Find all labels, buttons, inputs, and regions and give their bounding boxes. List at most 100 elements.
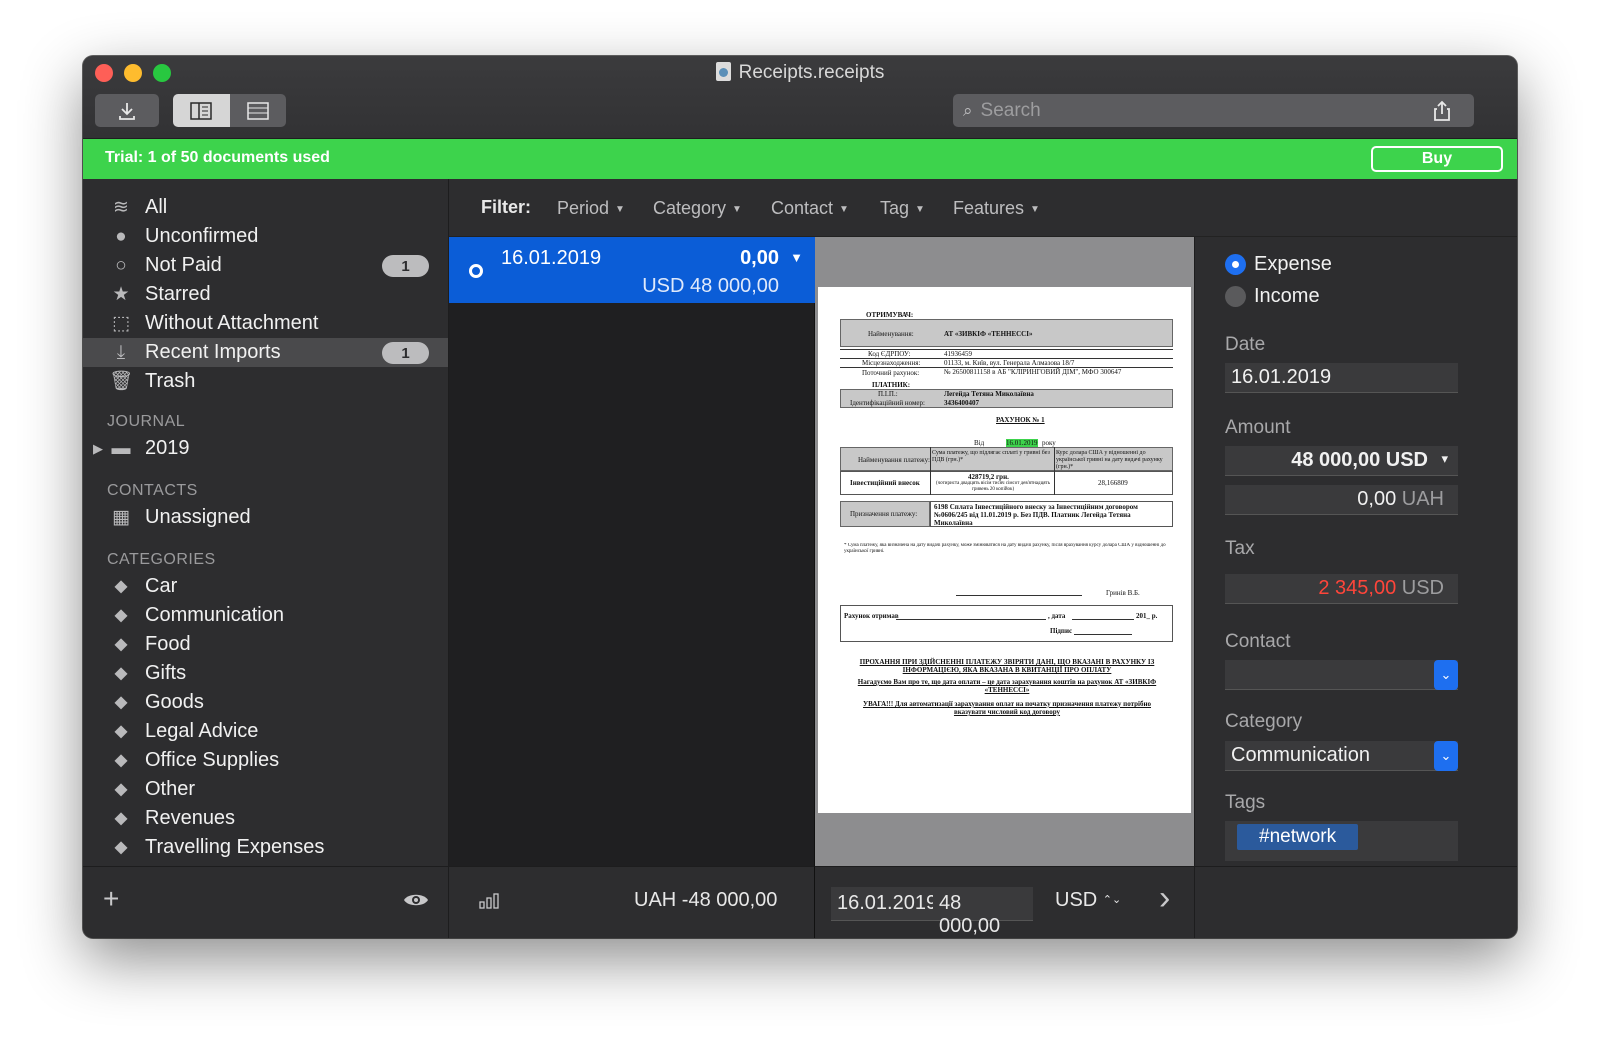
tags-field[interactable]: #network	[1225, 821, 1458, 861]
doc-location-value: 01133, м. Київ, вул. Генерала Алмазова 1…	[944, 359, 1075, 367]
filter-period-label: Period	[557, 198, 610, 218]
doc-id-label: Ідентифікаційний номер:	[850, 399, 925, 407]
star-icon: ★	[112, 284, 130, 305]
import-button[interactable]	[95, 94, 159, 127]
sidebar-item-starred[interactable]: ★ Starred	[83, 280, 448, 309]
amount-field[interactable]: 48 000,00 USD ▾	[1225, 446, 1458, 476]
doc-account-label: Поточний рахунок:	[862, 369, 920, 377]
search-icon: ⌕	[963, 100, 973, 120]
filter-features[interactable]: Features ▼	[953, 198, 1040, 219]
sidebar-item-label: Car	[145, 575, 178, 597]
tag-icon: ⬥	[114, 663, 128, 684]
preview-currency-select[interactable]: USD ⌃⌄	[1055, 889, 1121, 912]
tags-label: Tags	[1225, 792, 1266, 813]
currency-dropdown-icon[interactable]: ▾	[1441, 451, 1448, 467]
tag-icon: ⬥	[114, 605, 128, 626]
amount-label: Amount	[1225, 417, 1291, 438]
sidebar-item-unconfirmed[interactable]: ● Unconfirmed	[83, 222, 448, 251]
sidebar-category-office-supplies[interactable]: ⬥ Office Supplies	[83, 746, 448, 775]
sidebar-item-without-attachment[interactable]: ⬚ Without Attachment	[83, 309, 448, 338]
chevron-down-icon: ▼	[615, 204, 625, 215]
sidebar-category-revenues[interactable]: ⬥ Revenues	[83, 804, 448, 833]
sidebar-item-not-paid[interactable]: ○ Not Paid 1	[83, 251, 448, 280]
doc-col3: Курс долара США у відношенні до українсь…	[1056, 450, 1163, 470]
doc-recipient-heading: ОТРИМУВАЧ:	[866, 311, 914, 319]
sidebar-category-other[interactable]: ⬥ Other	[83, 775, 448, 804]
tag-icon: ⬥	[114, 779, 128, 800]
filter-period[interactable]: Period ▼	[557, 198, 625, 219]
sidebar-category-car[interactable]: ⬥ Car	[83, 572, 448, 601]
preview-currency-label: USD	[1055, 889, 1098, 911]
sidebar-item-recent-imports[interactable]: ⤓ Recent Imports 1	[83, 338, 448, 367]
doc-footnote: * Сума платежу, яка визначена на дату ви…	[844, 543, 1166, 554]
doc-warning-2: Нагадуємо Вам про те, що дата оплати – ц…	[857, 678, 1157, 694]
doc-edrpou-value: 41936459	[944, 350, 972, 358]
hollow-circle-icon: ○	[115, 255, 127, 276]
sidebar-category-goods[interactable]: ⬥ Goods	[83, 688, 448, 717]
disclosure-triangle-icon[interactable]: ▶	[93, 434, 103, 463]
stepper-icon: ⌃⌄	[1102, 894, 1122, 906]
next-page-icon[interactable]: ›	[1159, 879, 1170, 918]
filter-category[interactable]: Category ▼	[653, 198, 742, 219]
list-item[interactable]: 16.01.2019 0,00 ▼ USD 48 000,00	[449, 237, 815, 303]
chevron-down-icon[interactable]: ▼	[790, 250, 803, 265]
invoice-page[interactable]: ОТРИМУВАЧ: Найменування: АТ «ЗИВКІФ «ТЕН…	[818, 287, 1191, 813]
expense-radio[interactable]: Expense	[1225, 253, 1332, 276]
search-field[interactable]: ⌕ Search	[953, 94, 1424, 127]
sidebar-item-label: 2019	[145, 437, 190, 459]
sidebar-item-trash[interactable]: 🗑 Trash	[83, 367, 448, 396]
share-button[interactable]	[1410, 94, 1474, 127]
add-icon[interactable]: +	[103, 883, 119, 915]
amount-uah-value: 0,00	[1357, 488, 1397, 510]
preview-amount-field[interactable]: 48 000,00	[933, 887, 1033, 937]
tag-chip[interactable]: #network	[1237, 824, 1359, 850]
list-total: UAH -48 000,00	[634, 889, 778, 911]
doc-row-rate: 28,166809	[1098, 479, 1128, 487]
tag-icon: ⬥	[114, 721, 128, 742]
category-combobox[interactable]: Communication ⌄	[1225, 741, 1458, 771]
split-view-button[interactable]	[173, 94, 230, 127]
filter-label: Filter:	[481, 197, 532, 217]
list-view-button[interactable]	[229, 94, 286, 127]
category-label: Category	[1225, 711, 1303, 732]
income-radio[interactable]: Income	[1225, 285, 1320, 308]
chevron-down-icon[interactable]: ⌄	[1434, 741, 1458, 771]
trash-icon: 🗑	[109, 371, 134, 392]
statistics-icon[interactable]	[479, 893, 501, 909]
sidebar-footer: +	[83, 866, 449, 938]
sidebar-category-gifts[interactable]: ⬥ Gifts	[83, 659, 448, 688]
doc-purpose-value: 6198 Сплата Інвестиційного внеску за Інв…	[934, 503, 1138, 527]
sidebar-category-travelling-expenses[interactable]: ⬥ Travelling Expenses	[83, 833, 448, 862]
sidebar-item-unassigned[interactable]: ▦ Unassigned	[83, 503, 448, 532]
document-preview: ОТРИМУВАЧ: Найменування: АТ «ЗИВКІФ «ТЕН…	[815, 237, 1195, 866]
preview-date-field[interactable]: 16.01.2019	[831, 887, 937, 921]
radio-selected-icon	[1225, 254, 1246, 275]
eye-icon[interactable]	[403, 891, 429, 909]
filter-contact[interactable]: Contact ▼	[771, 198, 849, 219]
sidebar-category-food[interactable]: ⬥ Food	[83, 630, 448, 659]
doc-purpose-label: Призначення платежу:	[850, 510, 918, 518]
sidebar-item-label: Not Paid	[145, 254, 222, 276]
filter-tag-label: Tag	[880, 198, 910, 218]
filter-bar: Filter: Period ▼ Category ▼ Contact ▼ Tag ▼ …	[449, 179, 1517, 237]
doc-signer: Гринів В.Б.	[1106, 589, 1140, 597]
sidebar-item-all[interactable]: ≋ All	[83, 193, 448, 222]
amount-uah-field[interactable]: 0,00 UAH	[1225, 485, 1458, 515]
unpaid-circle-icon[interactable]	[469, 264, 483, 278]
filter-tag[interactable]: Tag ▼	[880, 198, 925, 219]
contact-combobox[interactable]: ⌄	[1225, 660, 1458, 690]
tax-field[interactable]: 2 345,00 USD	[1225, 574, 1458, 604]
doc-payer-heading: ПЛАТНИК:	[872, 381, 911, 389]
sidebar-item-journal-2019[interactable]: ▶ ▬ 2019	[83, 434, 448, 463]
doc-from-year: року	[1042, 439, 1056, 447]
chevron-down-icon[interactable]: ⌄	[1434, 660, 1458, 690]
category-value: Communication	[1231, 744, 1370, 766]
sidebar-category-legal-advice[interactable]: ⬥ Legal Advice	[83, 717, 448, 746]
income-label: Income	[1254, 285, 1320, 307]
date-field[interactable]: 16.01.2019	[1225, 363, 1458, 393]
sidebar-item-label: Unconfirmed	[145, 225, 259, 247]
sidebar-category-communication[interactable]: ⬥ Communication	[83, 601, 448, 630]
view-mode-segmented-control	[173, 94, 286, 127]
chevron-down-icon: ▼	[732, 204, 742, 215]
buy-button[interactable]: Buy	[1371, 146, 1503, 172]
